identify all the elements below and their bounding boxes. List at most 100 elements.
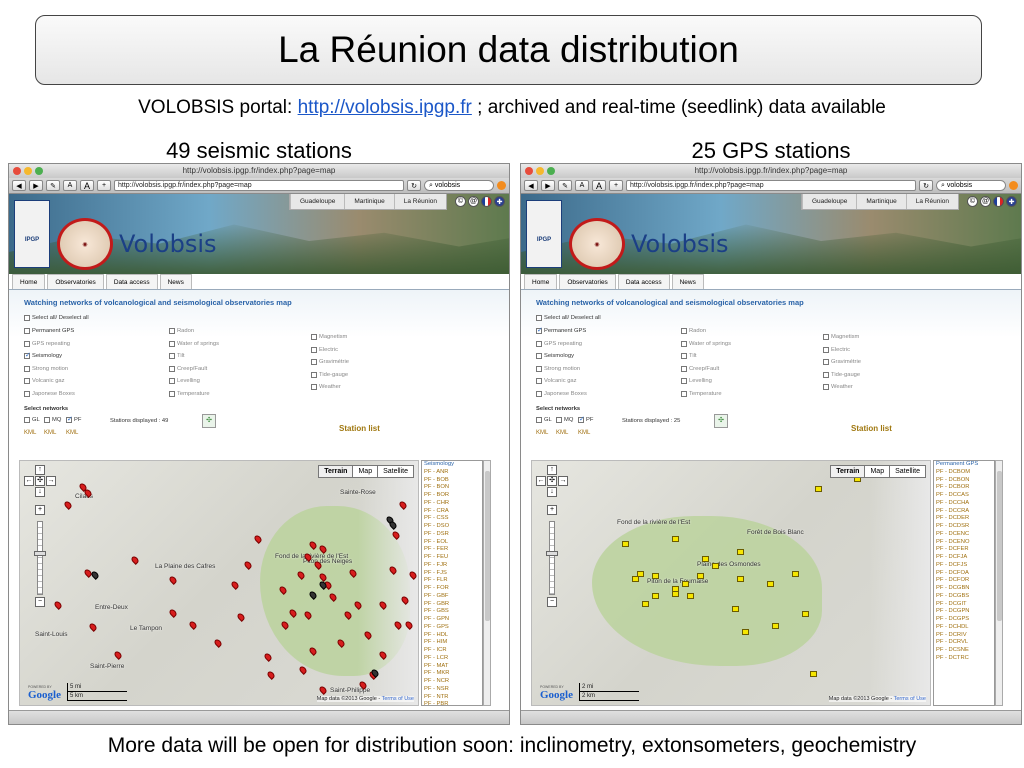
checkbox-icon[interactable] bbox=[681, 353, 687, 359]
scrollbar-thumb[interactable] bbox=[997, 471, 1002, 621]
station-list-item[interactable]: PF - GBF bbox=[424, 593, 482, 601]
checkbox-icon[interactable] bbox=[578, 415, 585, 423]
network-type-checkbox[interactable]: Radon bbox=[681, 328, 706, 334]
network-mq-checkbox[interactable]: MQ bbox=[556, 417, 573, 423]
station-list-item[interactable]: PF - DCFJA bbox=[936, 554, 994, 562]
ipgp-logo[interactable]: IPGP bbox=[526, 200, 562, 268]
checkbox-icon[interactable] bbox=[536, 365, 542, 372]
checkbox-icon[interactable] bbox=[823, 371, 829, 378]
google-map[interactable]: CilaosSainte-RoseFond de la rivière de l… bbox=[19, 460, 419, 706]
checkbox-icon[interactable] bbox=[169, 390, 175, 397]
network-type-checkbox[interactable]: Magnetism bbox=[311, 334, 347, 340]
station-list-item[interactable]: PF - FJR bbox=[424, 562, 482, 570]
network-type-checkbox[interactable]: Seismology bbox=[536, 353, 574, 359]
checkbox-icon[interactable] bbox=[536, 417, 542, 423]
rss-icon[interactable] bbox=[1009, 181, 1018, 190]
station-list-item[interactable]: PF - DCBON bbox=[936, 477, 994, 485]
checkbox-icon[interactable] bbox=[823, 384, 829, 390]
seismic-station-marker[interactable] bbox=[243, 560, 253, 570]
gps-station-marker[interactable] bbox=[737, 576, 744, 582]
station-list-item[interactable]: PF - DCTRC bbox=[936, 655, 994, 663]
pan-right-icon[interactable]: → bbox=[558, 476, 568, 486]
add-bookmark-button[interactable]: + bbox=[609, 180, 623, 191]
text-smaller-button[interactable]: A bbox=[63, 180, 77, 191]
nav-home[interactable]: Home bbox=[524, 274, 558, 289]
gps-station-marker[interactable] bbox=[652, 573, 659, 579]
station-list-item[interactable]: PF - DSR bbox=[424, 531, 482, 539]
kml-link-pf[interactable]: KML bbox=[66, 430, 78, 436]
contact-icon[interactable]: @ bbox=[468, 196, 479, 207]
nav-data-access[interactable]: Data access bbox=[105, 274, 158, 289]
checkbox-icon[interactable] bbox=[169, 328, 175, 334]
terms-of-use-link[interactable]: Terms of Use bbox=[382, 696, 414, 702]
network-type-checkbox[interactable]: GPS repeating bbox=[536, 340, 582, 347]
station-list-item[interactable]: PF - CRA bbox=[424, 508, 482, 516]
checkbox-icon[interactable] bbox=[24, 417, 30, 423]
address-bar[interactable]: http://volobsis.ipgp.fr/index.php?page=m… bbox=[626, 180, 916, 191]
region-tab[interactable]: Guadeloupe bbox=[289, 194, 344, 209]
seismic-station-marker[interactable] bbox=[213, 638, 223, 648]
pan-up-icon[interactable]: ↑ bbox=[35, 465, 45, 475]
uk-flag-icon[interactable]: ✚ bbox=[1006, 196, 1017, 207]
seismic-station-marker[interactable] bbox=[168, 608, 178, 618]
seismic-station-marker[interactable] bbox=[168, 575, 178, 585]
network-type-checkbox[interactable]: Water of springs bbox=[681, 340, 731, 347]
station-list-item[interactable]: PF - GPS bbox=[424, 624, 482, 632]
station-list-item[interactable]: PF - FLR bbox=[424, 577, 482, 585]
text-larger-button[interactable]: A bbox=[80, 180, 94, 191]
network-pf-checkbox[interactable]: PF bbox=[66, 415, 81, 423]
network-type-checkbox[interactable]: Gravimétrie bbox=[311, 359, 349, 365]
network-mq-checkbox[interactable]: MQ bbox=[44, 417, 61, 423]
checkbox-icon[interactable] bbox=[24, 340, 30, 347]
fullscreen-map-icon[interactable]: ✣ bbox=[714, 414, 728, 428]
station-list-item[interactable]: PF - DSO bbox=[424, 523, 482, 531]
search-input[interactable]: ⌕ volobsis bbox=[424, 180, 494, 191]
region-tab[interactable]: La Réunion bbox=[905, 194, 958, 209]
forward-arrow-icon[interactable]: ▶ bbox=[541, 180, 555, 191]
station-list-item[interactable]: PF - DCBOM bbox=[936, 469, 994, 477]
checkbox-icon[interactable] bbox=[24, 390, 30, 397]
region-tab[interactable]: Martinique bbox=[856, 194, 905, 209]
station-list-item[interactable]: PF - NTR bbox=[424, 694, 482, 702]
ipgp-logo[interactable]: IPGP bbox=[14, 200, 50, 268]
network-pf-checkbox[interactable]: PF bbox=[578, 415, 593, 423]
checkbox-icon[interactable] bbox=[681, 340, 687, 347]
copyright-icon[interactable]: © bbox=[455, 196, 466, 207]
gps-station-marker[interactable] bbox=[642, 601, 649, 607]
seismic-station-marker[interactable] bbox=[253, 534, 263, 544]
station-list-item[interactable]: PF - GPN bbox=[424, 616, 482, 624]
station-list-item[interactable]: PF - DCENC bbox=[936, 531, 994, 539]
gps-station-marker[interactable] bbox=[737, 549, 744, 555]
scrollbar-thumb[interactable] bbox=[485, 471, 490, 621]
kml-link-mq[interactable]: KML bbox=[556, 430, 568, 436]
nav-home[interactable]: Home bbox=[12, 274, 46, 289]
network-type-checkbox[interactable]: Temperature bbox=[169, 390, 210, 397]
checkbox-icon[interactable] bbox=[24, 328, 30, 334]
zoom-in-icon[interactable]: + bbox=[35, 505, 45, 515]
network-type-checkbox[interactable]: Radon bbox=[169, 328, 194, 334]
checkbox-icon[interactable] bbox=[24, 365, 30, 372]
pan-center-icon[interactable]: ✣ bbox=[35, 476, 45, 486]
network-type-checkbox[interactable]: Creep/Fault bbox=[169, 365, 207, 372]
zoom-slider[interactable] bbox=[549, 521, 555, 595]
nav-observatories[interactable]: Observatories bbox=[559, 274, 616, 289]
checkbox-icon[interactable] bbox=[536, 390, 542, 397]
uk-flag-icon[interactable]: ✚ bbox=[494, 196, 505, 207]
pan-down-icon[interactable]: ↓ bbox=[35, 487, 45, 497]
station-list-item[interactable]: PF - DCRVL bbox=[936, 639, 994, 647]
seismic-station-marker[interactable] bbox=[53, 600, 63, 610]
pan-up-icon[interactable]: ↑ bbox=[547, 465, 557, 475]
station-list-item[interactable]: PF - DCENO bbox=[936, 539, 994, 547]
station-list-item[interactable]: PF - CHR bbox=[424, 500, 482, 508]
checkbox-icon[interactable] bbox=[311, 371, 317, 378]
station-list-item[interactable]: PF - DCGPS bbox=[936, 616, 994, 624]
terms-of-use-link[interactable]: Terms of Use bbox=[894, 696, 926, 702]
network-type-checkbox[interactable]: Seismology bbox=[24, 351, 62, 359]
gps-station-marker[interactable] bbox=[622, 541, 629, 547]
pan-down-icon[interactable]: ↓ bbox=[547, 487, 557, 497]
seismic-station-marker[interactable] bbox=[230, 580, 240, 590]
nav-observatories[interactable]: Observatories bbox=[47, 274, 104, 289]
station-list-item[interactable]: PF - DCFER bbox=[936, 546, 994, 554]
gps-station-marker[interactable] bbox=[772, 623, 779, 629]
pan-right-icon[interactable]: → bbox=[46, 476, 56, 486]
